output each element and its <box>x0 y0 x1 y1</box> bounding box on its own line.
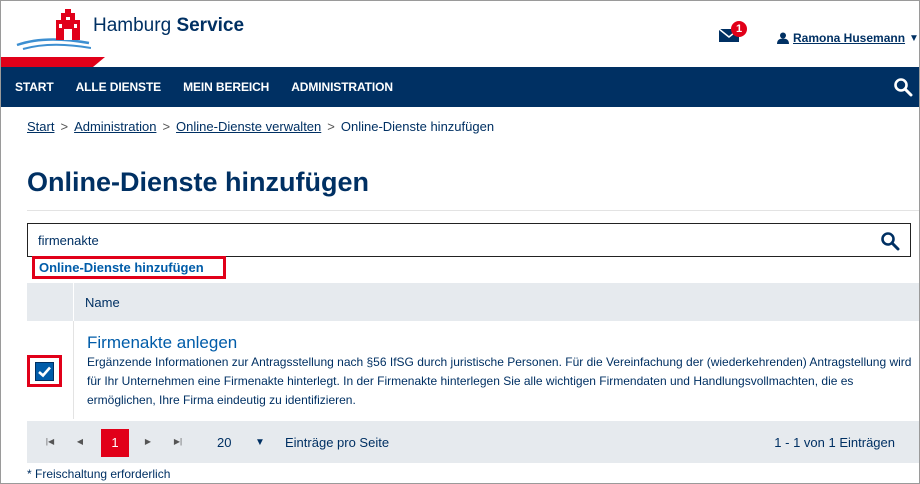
table-row-select-cell <box>27 321 74 419</box>
user-icon <box>777 32 789 44</box>
chevron-down-icon[interactable]: ▼ <box>255 437 265 448</box>
page-number-current[interactable]: 1 <box>101 429 129 457</box>
breadcrumb-current: Online-Dienste hinzufügen <box>340 119 495 134</box>
brand-suffix: Service <box>176 15 245 36</box>
brand-prefix: Hamburg <box>93 15 172 36</box>
nav-item-administration[interactable]: ADMINISTRATION <box>291 80 393 94</box>
service-description: Ergänzende Informationen zur Antragsstel… <box>87 355 912 407</box>
search-icon[interactable] <box>880 231 900 251</box>
page-size-select[interactable]: 20 <box>217 435 231 450</box>
nav-accent-tail <box>93 57 105 67</box>
page-frame: Hamburg Service 1 Ramona Husemann ▼ STAR… <box>0 0 920 484</box>
service-title[interactable]: Firmenakte anlegen <box>87 333 237 353</box>
table-header-name[interactable]: Name <box>85 295 120 310</box>
next-page-icon[interactable]: ▶ <box>139 431 157 453</box>
page-size-label: Einträge pro Seite <box>285 435 390 450</box>
search-icon[interactable] <box>893 77 913 97</box>
mail-count-badge: 1 <box>731 21 747 37</box>
nav-items: START ALLE DIENSTE MEIN BEREICH ADMINIST… <box>15 67 393 107</box>
footnote: * Freischaltung erforderlich <box>27 467 171 481</box>
breadcrumb-online-dienste-verwalten[interactable]: Online-Dienste verwalten <box>176 119 321 134</box>
search-input-value[interactable]: firmenakte <box>38 233 99 248</box>
page-title: Online-Dienste hinzufügen <box>27 167 369 197</box>
pagination-info: 1 - 1 von 1 Einträgen <box>774 435 895 450</box>
brand-title[interactable]: Hamburg Service <box>93 15 244 37</box>
user-name[interactable]: Ramona Husemann <box>793 31 905 45</box>
checkmark-icon <box>38 366 51 378</box>
user-menu[interactable]: Ramona Husemann ▼ <box>777 31 919 45</box>
breadcrumb-start[interactable]: Start <box>27 119 54 134</box>
previous-page-icon[interactable]: ◀ <box>71 431 89 453</box>
chevron-down-icon[interactable]: ▼ <box>909 33 919 44</box>
nav-accent-bar <box>1 57 93 67</box>
breadcrumb-separator: > <box>327 119 335 134</box>
breadcrumb: Start > Administration > Online-Dienste … <box>27 119 494 134</box>
first-page-icon[interactable]: |◀ <box>41 431 59 453</box>
checkbox-highlight <box>27 355 62 387</box>
search-input[interactable]: firmenakte <box>27 223 911 257</box>
table-header: Name <box>27 283 919 321</box>
table-header-select-column <box>27 283 74 321</box>
add-online-services-link[interactable]: Online-Dienste hinzufügen <box>32 256 226 279</box>
nav-item-start[interactable]: START <box>15 80 54 94</box>
hamburg-logo[interactable] <box>15 7 91 53</box>
title-divider <box>27 210 919 211</box>
nav-item-mein-bereich[interactable]: MEIN BEREICH <box>183 80 269 94</box>
breadcrumb-separator: > <box>60 119 69 134</box>
table-row: Firmenakte anlegen Ergänzende Informatio… <box>27 321 919 419</box>
pagination: |◀ ◀ 1 ▶ ▶| 20 ▼ Einträge pro Seite 1 - … <box>27 421 919 463</box>
main-navigation: START ALLE DIENSTE MEIN BEREICH ADMINIST… <box>1 67 919 107</box>
site-header: Hamburg Service 1 Ramona Husemann ▼ <box>1 1 919 57</box>
breadcrumb-administration[interactable]: Administration <box>74 119 156 134</box>
nav-item-alle-dienste[interactable]: ALLE DIENSTE <box>76 80 162 94</box>
row-checkbox[interactable] <box>35 362 54 381</box>
breadcrumb-separator: > <box>162 119 171 134</box>
last-page-icon[interactable]: ▶| <box>169 431 187 453</box>
